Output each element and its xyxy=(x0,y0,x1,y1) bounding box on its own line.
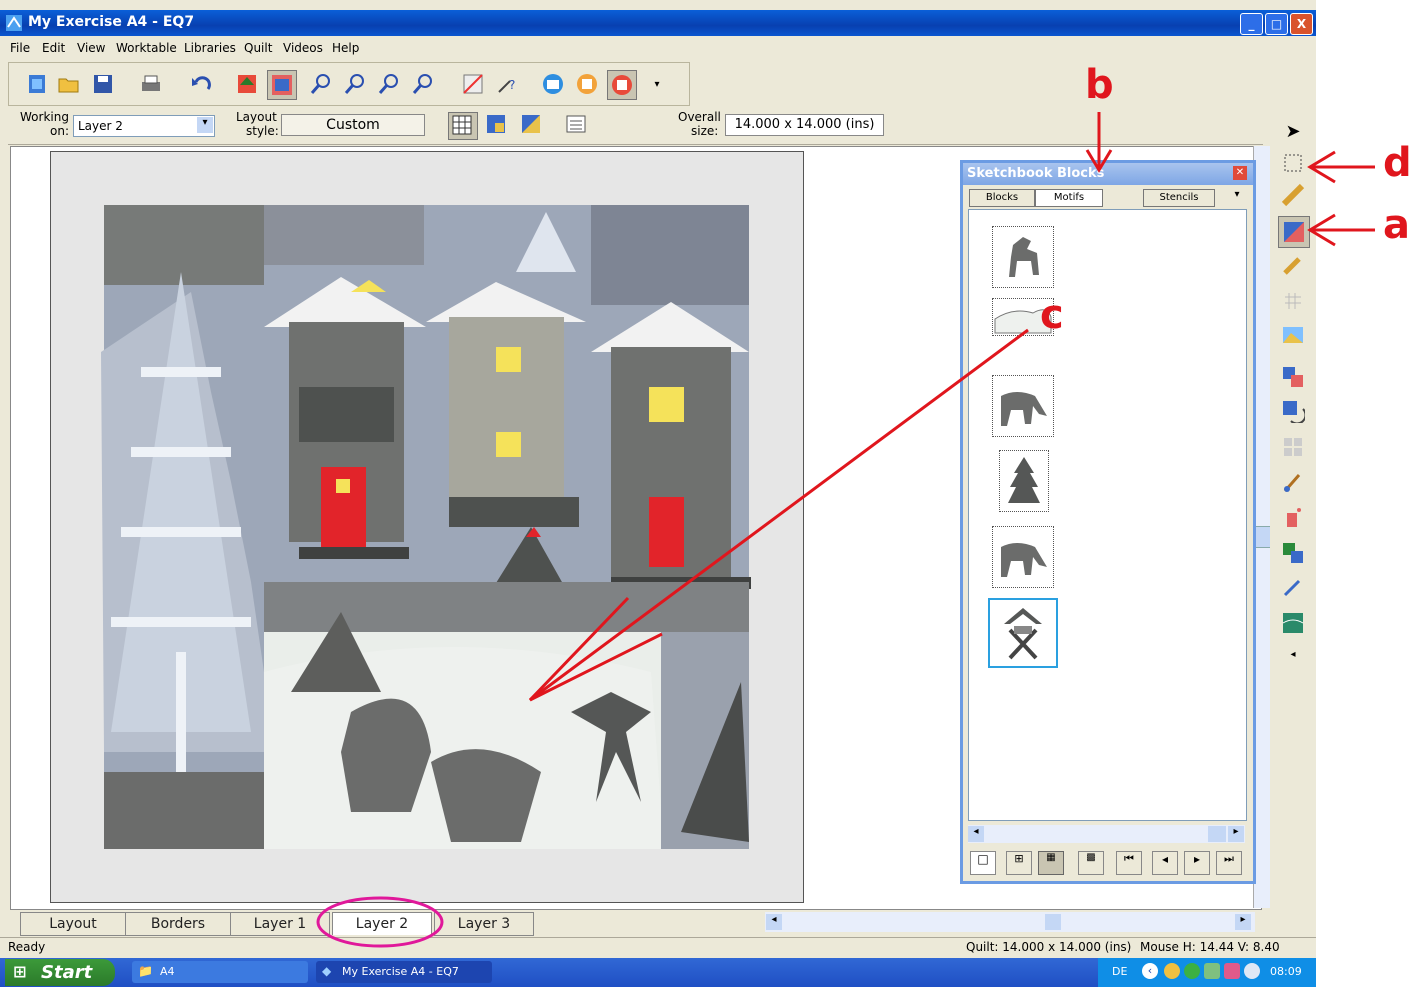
annotation-label-c: c xyxy=(1040,292,1064,338)
annotation-label-a: a xyxy=(1383,202,1410,248)
annotation-label-d: d xyxy=(1383,140,1412,186)
annotation-arrow-c xyxy=(529,328,1029,702)
annotation-overlay xyxy=(316,112,1375,948)
annotation-label-b: b xyxy=(1085,62,1114,108)
layer-2-highlight-circle xyxy=(316,896,444,948)
